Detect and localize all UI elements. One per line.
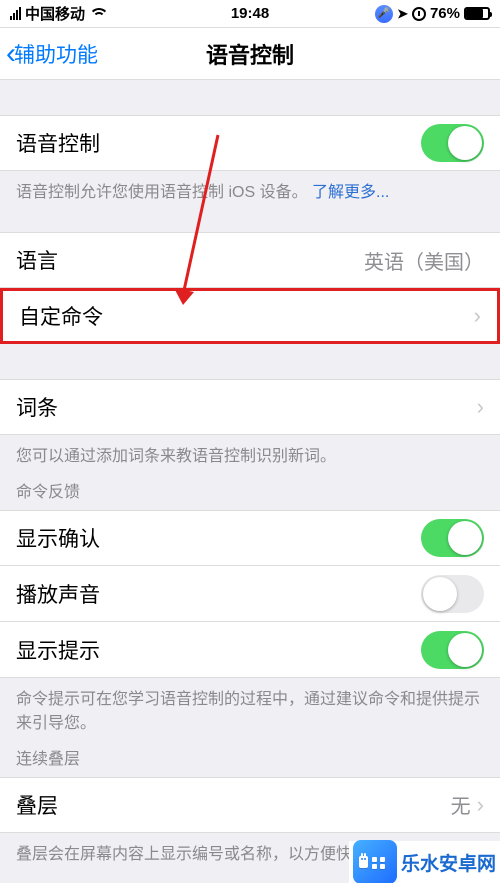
voice-mic-icon: 🎤 <box>375 5 393 23</box>
show-confirm-switch[interactable] <box>421 519 484 557</box>
language-label: 语言 <box>16 245 58 275</box>
wifi-icon <box>89 8 105 20</box>
status-left: 中国移动 <box>10 3 105 24</box>
feedback-footer: 命令提示可在您学习语音控制的过程中，通过建议命令和提供提示来引导您。 <box>0 678 500 734</box>
group-vocab: 词条 › 您可以通过添加词条来教语音控制识别新词。 <box>0 379 500 468</box>
voice-control-switch[interactable] <box>421 124 484 162</box>
clock: 19:48 <box>231 5 269 22</box>
overlay-header: 连续叠层 <box>0 745 500 777</box>
alarm-icon <box>412 7 426 21</box>
nav-bar: ‹ 辅助功能 语音控制 <box>0 28 500 80</box>
voice-control-label: 语音控制 <box>16 128 100 158</box>
vocab-label: 词条 <box>16 392 58 422</box>
watermark-text: 乐水安卓网 <box>401 849 496 876</box>
row-vocab[interactable]: 词条 › <box>0 379 500 435</box>
row-custom-commands[interactable]: 自定命令 › <box>0 288 500 344</box>
language-value-text: 英语（美国） <box>364 246 484 275</box>
battery-icon <box>464 7 490 20</box>
watermark: 乐水安卓网 <box>349 841 500 883</box>
status-bar: 中国移动 19:48 🎤 ➤ 76% <box>0 0 500 28</box>
watermark-logo-icon <box>353 840 397 883</box>
chevron-right-icon: › <box>477 792 484 818</box>
feedback-header: 命令反馈 <box>0 478 500 510</box>
voice-control-footer-text: 语音控制允许您使用语音控制 iOS 设备。 <box>16 184 308 201</box>
vocab-footer: 您可以通过添加词条来教语音控制识别新词。 <box>0 435 500 468</box>
play-sound-switch[interactable] <box>421 575 484 613</box>
show-hints-switch[interactable] <box>421 631 484 669</box>
battery-percent: 76% <box>430 5 460 22</box>
language-value: 英语（美国） <box>364 246 484 275</box>
group-voice-control: 语音控制 语音控制允许您使用语音控制 iOS 设备。 了解更多... <box>0 115 500 204</box>
group-language: 语言 英语（美国） 自定命令 › <box>0 232 500 344</box>
learn-more-link[interactable]: 了解更多... <box>312 184 389 201</box>
signal-icon <box>10 7 21 20</box>
row-overlay[interactable]: 叠层 无 › <box>0 777 500 833</box>
row-show-hints[interactable]: 显示提示 <box>0 622 500 678</box>
voice-control-footer: 语音控制允许您使用语音控制 iOS 设备。 了解更多... <box>0 171 500 204</box>
chevron-right-icon: › <box>474 303 481 329</box>
row-language[interactable]: 语言 英语（美国） <box>0 232 500 288</box>
page-title: 语音控制 <box>206 38 294 70</box>
back-button[interactable]: ‹ 辅助功能 <box>6 28 98 79</box>
overlay-value-text: 无 <box>451 790 471 819</box>
carrier-label: 中国移动 <box>25 3 85 24</box>
play-sound-label: 播放声音 <box>16 579 100 609</box>
custom-commands-label: 自定命令 <box>19 301 103 331</box>
row-voice-control[interactable]: 语音控制 <box>0 115 500 171</box>
status-right: 🎤 ➤ 76% <box>375 5 490 23</box>
custom-commands-affordance: › <box>474 303 481 329</box>
overlay-label: 叠层 <box>16 790 58 820</box>
row-play-sound[interactable]: 播放声音 <box>0 566 500 622</box>
show-hints-label: 显示提示 <box>16 635 100 665</box>
show-confirm-label: 显示确认 <box>16 523 100 553</box>
overlay-value: 无 › <box>451 790 484 819</box>
location-icon: ➤ <box>397 6 408 22</box>
back-label: 辅助功能 <box>14 39 98 69</box>
chevron-right-icon: › <box>477 394 484 420</box>
row-show-confirm[interactable]: 显示确认 <box>0 510 500 566</box>
group-feedback: 命令反馈 显示确认 播放声音 显示提示 命令提示可在您学习语音控制的过程中，通过… <box>0 478 500 734</box>
